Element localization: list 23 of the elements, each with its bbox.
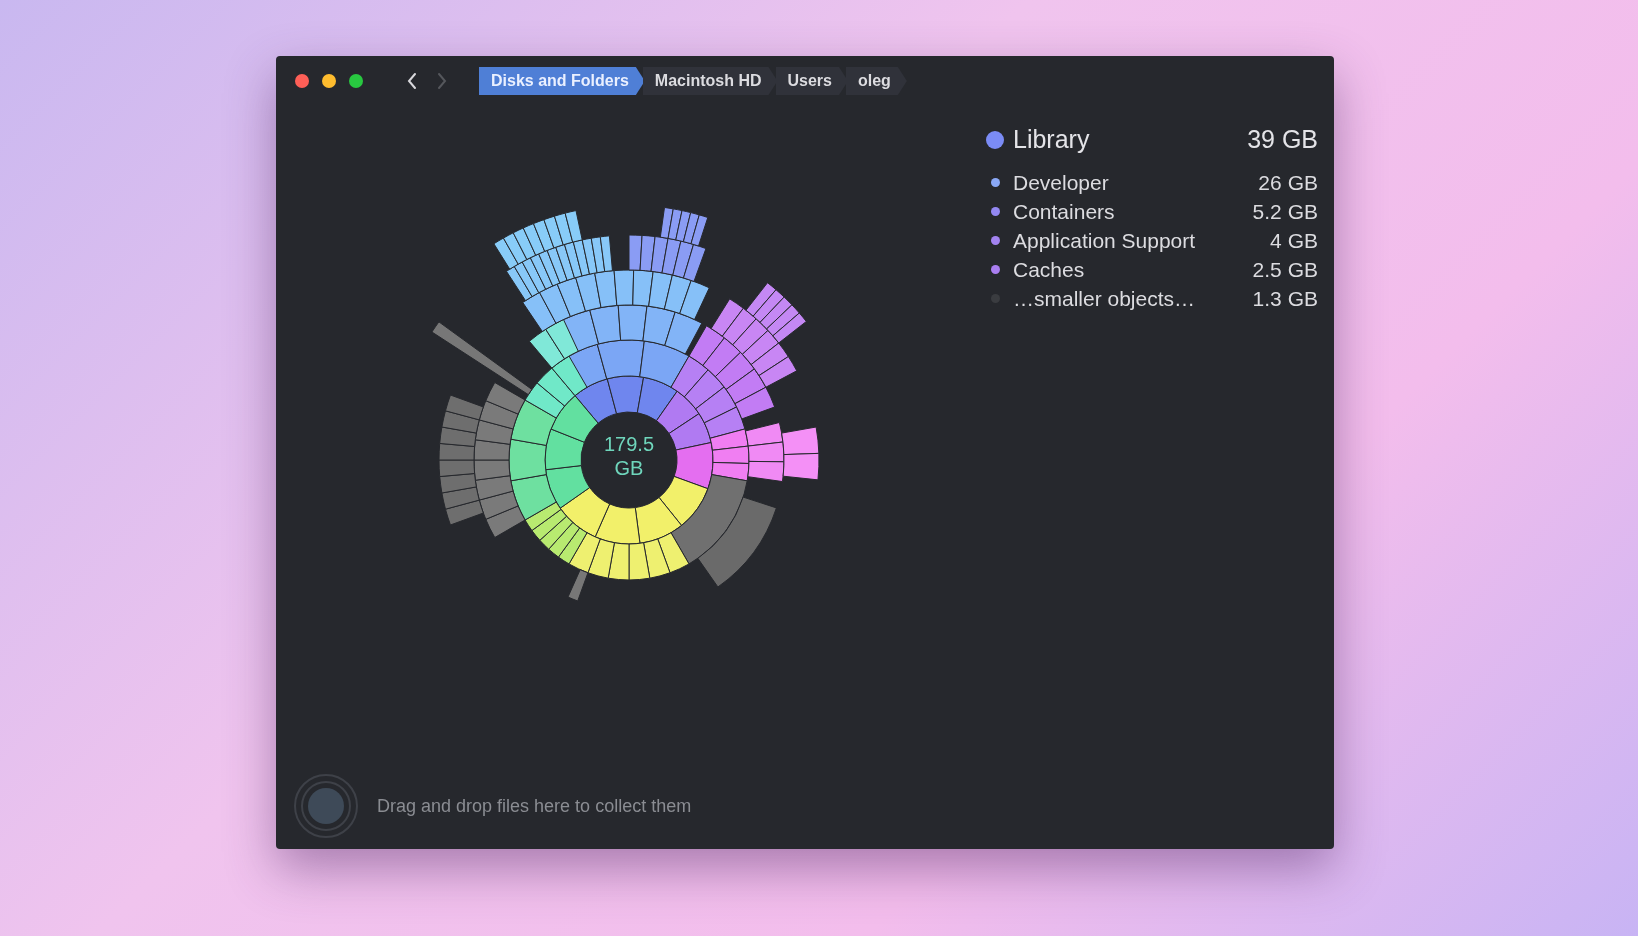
breadcrumb-item[interactable]: Users: [775, 67, 848, 95]
chevron-right-icon: [437, 72, 447, 90]
item-size-value: 26: [1257, 169, 1282, 196]
item-size-unit: GB: [1287, 169, 1318, 196]
item-size-value: 5.2: [1251, 198, 1282, 225]
chevron-left-icon: [407, 72, 417, 90]
sunburst-drawing[interactable]: [431, 207, 820, 602]
item-size-value: 4: [1268, 227, 1282, 254]
folder-name: Library: [1013, 124, 1090, 156]
folder-size: 39 GB: [1247, 124, 1318, 156]
item-size-unit: GB: [1287, 285, 1318, 312]
minimize-button[interactable]: [322, 74, 336, 88]
item-size-value: 2.5: [1251, 256, 1282, 283]
item-size-value: 1.3: [1251, 285, 1282, 312]
close-button[interactable]: [295, 74, 309, 88]
item-size-unit: GB: [1287, 198, 1318, 225]
item-size-unit: GB: [1287, 227, 1318, 254]
zoom-button[interactable]: [349, 74, 363, 88]
collector-hint: Drag and drop files here to collect them: [377, 794, 692, 818]
total-size-label: 179.5 GB: [602, 432, 656, 480]
breadcrumb-item[interactable]: oleg: [846, 67, 907, 95]
item-size-unit: GB: [1287, 256, 1318, 283]
breadcrumb-item[interactable]: Macintosh HD: [642, 67, 778, 95]
